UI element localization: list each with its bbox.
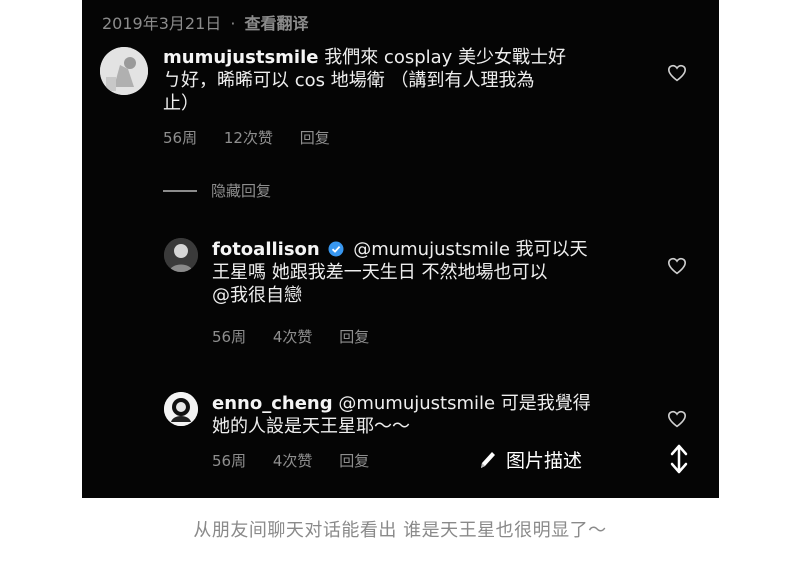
comment-likes[interactable]: 4次赞: [273, 452, 313, 470]
comment-text-line: 止）: [163, 93, 199, 114]
image-description-label: 图片描述: [506, 450, 583, 472]
date-row: 2019年3月21日 · 查看翻译: [102, 10, 309, 34]
reply-button[interactable]: 回复: [339, 452, 369, 470]
comment-time: 56周: [212, 328, 247, 346]
hide-replies-label: 隐藏回复: [211, 182, 272, 200]
divider-line: [163, 189, 197, 192]
comment-body: mumujustsmile 我們來 cosplay 美少女戰士好 ㄅ好，晞晞可以…: [163, 46, 673, 115]
comment-username[interactable]: enno_cheng: [212, 393, 333, 414]
comment-username[interactable]: mumujustsmile: [163, 47, 318, 68]
comment-body: fotoallison @mumujustsmile 我可以天 王星嗎 她跟我差…: [212, 238, 652, 307]
see-translation-link[interactable]: 查看翻译: [245, 14, 309, 33]
avatar[interactable]: [100, 47, 148, 95]
avatar[interactable]: [164, 392, 198, 426]
avatar[interactable]: [164, 238, 198, 272]
comment-text-line: @我很自戀: [212, 285, 302, 306]
comment-time: 56周: [163, 129, 198, 147]
comment-meta: 56周 4次赞 回复: [212, 326, 369, 347]
comment-text-line: @mumujustsmile 我可以天: [353, 239, 588, 260]
heart-icon[interactable]: [667, 64, 687, 82]
comment-text-line: 我們來 cosplay 美少女戰士好: [324, 47, 567, 68]
hide-replies-toggle[interactable]: 隐藏回复: [163, 180, 271, 201]
comment-likes[interactable]: 12次赞: [224, 129, 273, 147]
image-description-button[interactable]: 图片描述: [478, 446, 582, 473]
comment-text-line: 王星嗎 她跟我差一天生日 不然地場也可以: [212, 262, 548, 283]
comment-meta: 56周 4次赞 回复: [212, 450, 369, 471]
verified-badge-icon: [328, 241, 344, 257]
reply-button[interactable]: 回复: [300, 129, 330, 147]
pencil-icon: [481, 451, 495, 468]
vertical-arrows-icon[interactable]: [668, 444, 690, 474]
comment-username[interactable]: fotoallison: [212, 239, 320, 260]
heart-icon[interactable]: [667, 410, 687, 428]
comment-text-line: ㄅ好，晞晞可以 cos 地場衛 （講到有人理我為: [163, 70, 535, 91]
comment-date: 2019年3月21日: [102, 14, 222, 33]
separator-dot: ·: [230, 14, 236, 33]
comment-likes[interactable]: 4次赞: [273, 328, 313, 346]
comment-text-line: @mumujustsmile 可是我覺得: [338, 393, 591, 414]
comment-body: enno_cheng @mumujustsmile 可是我覺得 她的人設是天王星…: [212, 392, 652, 438]
heart-icon[interactable]: [667, 257, 687, 275]
comment-time: 56周: [212, 452, 247, 470]
comment-meta: 56周 12次赞 回复: [163, 127, 330, 148]
comment-text-line: 她的人設是天王星耶～～: [212, 416, 410, 437]
screenshot-frame: 2019年3月21日 · 查看翻译 mumujustsmile 我們來 cosp…: [82, 0, 719, 498]
caption-text: 从朋友间聊天对话能看出 谁是天王星也很明显了～: [193, 520, 607, 541]
reply-button[interactable]: 回复: [339, 328, 369, 346]
